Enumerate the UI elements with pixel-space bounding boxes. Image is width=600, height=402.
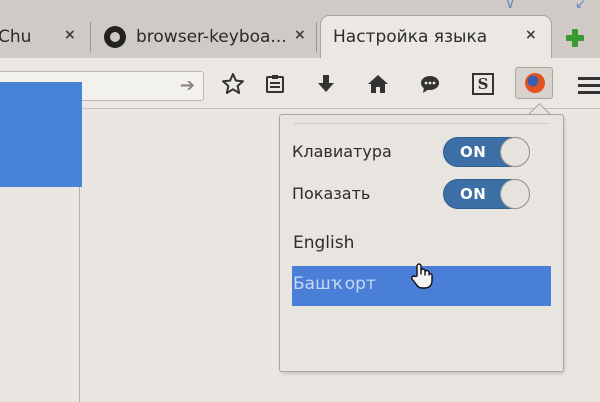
new-tab-plus-icon[interactable] bbox=[563, 26, 587, 50]
tab-language-settings[interactable]: Настройка языка bbox=[320, 15, 552, 58]
tab-close-icon[interactable]: × bbox=[64, 27, 76, 43]
chevron-down-icon[interactable]: ∨ bbox=[505, 0, 515, 12]
language-label: English bbox=[293, 233, 355, 253]
navigation-toolbar: ➔ S bbox=[0, 58, 600, 109]
language-item-english[interactable]: English bbox=[292, 225, 551, 265]
panel-divider bbox=[294, 123, 549, 124]
tab-title: Настройка языка bbox=[333, 27, 488, 47]
toggle-knob bbox=[500, 137, 530, 167]
s-extension-glyph: S bbox=[472, 73, 494, 95]
chat-icon[interactable] bbox=[416, 70, 444, 98]
home-icon[interactable] bbox=[364, 70, 392, 98]
tab-close-icon[interactable]: × bbox=[294, 27, 306, 43]
tab-close-icon[interactable]: × bbox=[525, 27, 537, 43]
reading-list-icon[interactable] bbox=[261, 70, 289, 98]
firefox-extension-button[interactable] bbox=[515, 67, 553, 99]
language-label: Башҡорт bbox=[293, 274, 376, 294]
tab-chu[interactable]: Chu bbox=[0, 15, 90, 58]
page-blue-panel bbox=[0, 82, 82, 187]
github-icon bbox=[104, 25, 126, 48]
hand-cursor-icon bbox=[410, 262, 434, 290]
go-arrow-icon[interactable]: ➔ bbox=[180, 75, 195, 96]
download-icon[interactable] bbox=[312, 70, 340, 98]
restore-icon[interactable]: ↙ bbox=[575, 0, 586, 12]
tab-title: Chu bbox=[0, 26, 32, 47]
tab-browser-keyboard[interactable]: browser-keyboa... bbox=[104, 15, 314, 58]
tab-title: browser-keyboa... bbox=[136, 26, 287, 47]
firefox-icon bbox=[525, 73, 545, 93]
tab-divider bbox=[316, 22, 317, 52]
toggle-state: ON bbox=[460, 185, 487, 203]
show-toggle[interactable]: ON bbox=[443, 179, 530, 209]
tab-divider bbox=[90, 22, 91, 52]
keyboard-label: Клавиатура bbox=[292, 142, 392, 161]
menu-icon[interactable] bbox=[578, 77, 600, 98]
show-label: Показать bbox=[292, 184, 371, 203]
toggle-knob bbox=[500, 179, 530, 209]
keyboard-toggle[interactable]: ON bbox=[443, 137, 530, 167]
toggle-state: ON bbox=[460, 143, 487, 161]
s-extension-icon[interactable]: S bbox=[469, 70, 497, 98]
tab-strip: ∨ ↙ Chu × browser-keyboa... × Настройка … bbox=[0, 0, 600, 58]
page-divider bbox=[79, 187, 80, 402]
language-settings-panel: Клавиатура ON Показать ON English Башҡор… bbox=[279, 114, 564, 372]
bookmark-star-icon[interactable] bbox=[219, 70, 247, 98]
